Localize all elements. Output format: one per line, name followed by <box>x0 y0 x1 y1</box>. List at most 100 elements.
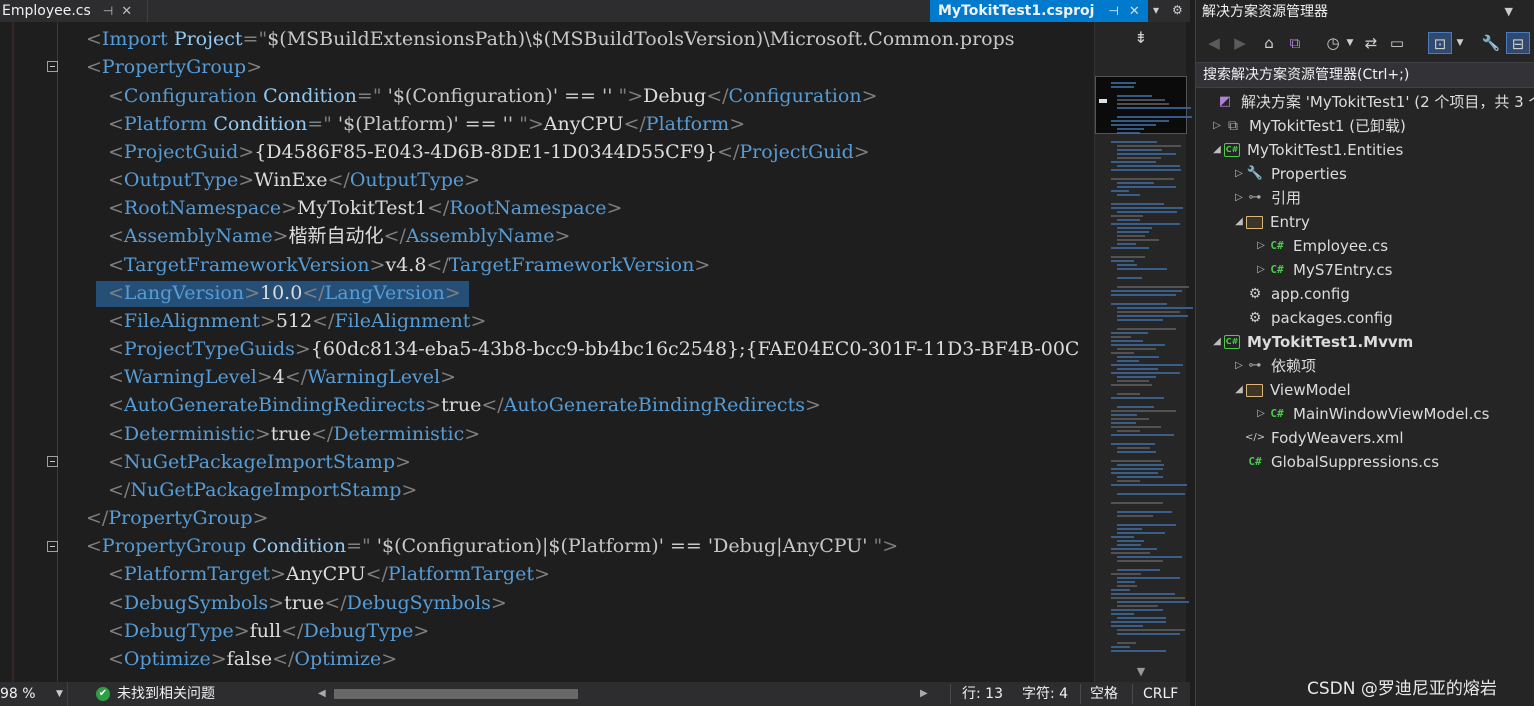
tree-item-solution[interactable]: ◩ 解决方案 'MyTokitTest1' (2 个项目，共 3 个 <box>1202 90 1534 114</box>
split-editor-icon[interactable]: ⇟ <box>1095 26 1187 50</box>
issues-indicator[interactable]: ✔ 未找到相关问题 <box>96 682 215 706</box>
collapse-icon[interactable] <box>47 61 58 72</box>
expand-arrow-icon[interactable]: ▷ <box>1232 354 1246 378</box>
close-icon[interactable]: ✕ <box>1129 4 1140 19</box>
switch-views-icon[interactable]: ⧉ <box>1284 32 1306 54</box>
tab-csproj[interactable]: MyTokitTest1.csproj ⊣ ✕ <box>930 0 1148 22</box>
tree-item-properties[interactable]: ▷ 🔧 Properties <box>1232 162 1347 186</box>
collapse-icon[interactable] <box>47 541 58 552</box>
tree-item-label: 依赖项 <box>1271 357 1317 375</box>
code-line-selected: <LangVersion>10.0</LangVersion> <box>108 282 461 304</box>
home-icon[interactable]: ⌂ <box>1258 32 1280 54</box>
scroll-right-icon[interactable]: ▶ <box>920 682 928 706</box>
preview-icon[interactable]: ⊟ <box>1506 32 1530 54</box>
vertical-scrollbar-map[interactable]: ⇟ ▼ <box>1094 22 1193 682</box>
code-line: <Platform Condition=" '$(Platform)' == '… <box>108 113 746 135</box>
search-input[interactable]: 搜索解决方案资源管理器(Ctrl+;) <box>1196 62 1534 88</box>
pin-icon[interactable]: ⊣ <box>1108 4 1118 18</box>
code-map-line <box>1117 348 1156 350</box>
code-map-line <box>1111 548 1157 550</box>
horizontal-scrollbar-thumb[interactable] <box>334 689 578 699</box>
back-icon[interactable]: ◀ <box>1204 32 1224 54</box>
collapse-arrow-icon[interactable]: ◢ <box>1210 138 1224 162</box>
tab-list-dropdown-icon[interactable]: ▾ <box>1153 3 1159 17</box>
tree-item-file[interactable]: C# GlobalSuppressions.cs <box>1246 450 1439 474</box>
tree-item-folder-viewmodel[interactable]: ◢ ViewModel <box>1232 378 1351 402</box>
char-number[interactable]: 字符: 4 <box>1022 682 1068 706</box>
chevron-down-icon[interactable]: ▼ <box>1454 32 1466 54</box>
tree-item-file[interactable]: ⚙ app.config <box>1246 282 1350 306</box>
expand-arrow-icon[interactable]: ▷ <box>1254 402 1268 426</box>
expand-arrow-icon[interactable]: ▷ <box>1232 186 1246 210</box>
tree-item-file[interactable]: </> FodyWeavers.xml <box>1245 426 1404 450</box>
expand-arrow-icon[interactable]: ▷ <box>1254 234 1268 258</box>
code-map-line <box>1111 597 1185 599</box>
close-icon[interactable]: ✕ <box>121 4 132 19</box>
tree-item-label: MainWindowViewModel.cs <box>1293 405 1490 423</box>
code-line: <ProjectGuid>{D4586F85-E043-4D6B-8DE1-1D… <box>108 141 870 163</box>
code-map-line <box>1111 120 1169 122</box>
code-map-line <box>1117 633 1180 635</box>
tree-item-label: Employee.cs <box>1293 237 1389 255</box>
solution-icon: ◩ <box>1218 94 1232 109</box>
sync-icon[interactable]: ⇄ <box>1360 32 1382 54</box>
tree-item-file[interactable]: ▷ C# MainWindowViewModel.cs <box>1254 402 1489 426</box>
gear-icon[interactable]: ⚙ <box>1172 3 1183 17</box>
pending-changes-icon[interactable]: ◷ <box>1322 32 1344 54</box>
solution-explorer: 解决方案资源管理器 ▼ ◀ ▶ ⌂ ⧉ ◷ ▼ ⇄ ▭ ⊡ ▼ 🔧 ⊟ 搜索解决方… <box>1195 0 1534 706</box>
collapse-arrow-icon[interactable]: ◢ <box>1232 210 1246 234</box>
code-map-line <box>1117 515 1153 517</box>
code-map-line <box>1111 124 1156 126</box>
wrench-icon: 🔧 <box>1246 166 1264 181</box>
code-map-line <box>1117 585 1137 587</box>
line-number[interactable]: 行: 13 <box>962 682 1003 706</box>
code-map-line <box>1111 621 1166 623</box>
code-line: <PlatformTarget>AnyCPU</PlatformTarget> <box>108 563 550 585</box>
tree-item-file[interactable]: ⚙ packages.config <box>1246 306 1393 330</box>
chevron-down-icon[interactable]: ▼ <box>1344 32 1356 54</box>
collapse-arrow-icon[interactable]: ◢ <box>1232 378 1246 402</box>
show-all-files-icon[interactable]: ⊡ <box>1428 32 1452 54</box>
tree-item-label: MyS7Entry.cs <box>1293 261 1393 279</box>
code-map-line <box>1117 540 1144 542</box>
tree-item-label: ViewModel <box>1270 381 1351 399</box>
expand-arrow-icon[interactable]: ▷ <box>1210 114 1224 138</box>
tree-item-project-mvvm[interactable]: ◢ C# MyTokitTest1.Mvvm <box>1210 330 1413 354</box>
code-map-line <box>1117 476 1163 478</box>
tree-item-folder-entry[interactable]: ◢ Entry <box>1232 210 1310 234</box>
tree-item-references[interactable]: ▷ ⊶ 引用 <box>1232 186 1301 210</box>
code-map-line <box>1117 186 1176 188</box>
change-tracking-bar <box>12 22 14 682</box>
code-map-line <box>1111 646 1130 648</box>
expand-arrow-icon[interactable]: ▷ <box>1254 258 1268 282</box>
code-text-area[interactable]: <Import Project="$(MSBuildExtensionsPath… <box>86 25 1094 682</box>
wrench-icon[interactable]: 🔧 <box>1480 32 1502 54</box>
chevron-down-icon[interactable]: ▼ <box>1505 0 1513 24</box>
tree-item-file[interactable]: ▷ C# Employee.cs <box>1254 234 1388 258</box>
code-map-line <box>1111 344 1165 346</box>
collapse-all-icon[interactable]: ▭ <box>1386 32 1408 54</box>
code-map-line <box>1117 430 1140 432</box>
zoom-level[interactable]: 98 % ▼ <box>0 682 68 706</box>
code-editor[interactable]: Employee.cs ⊣ ✕ MyTokitTest1.csproj ⊣ ✕ … <box>0 0 1193 706</box>
expand-arrow-icon[interactable]: ▷ <box>1232 162 1246 186</box>
pin-icon[interactable]: ⊣ <box>103 4 113 18</box>
tree-item-file[interactable]: ▷ C# MyS7Entry.cs <box>1254 258 1393 282</box>
indentation-mode[interactable]: 空格 <box>1090 682 1118 706</box>
code-map-line <box>1117 211 1177 213</box>
tree-item-project-entities[interactable]: ◢ C# MyTokitTest1.Entities <box>1210 138 1403 162</box>
scroll-down-icon[interactable]: ▼ <box>1095 665 1187 678</box>
tab-employee-cs[interactable]: Employee.cs ⊣ ✕ <box>0 0 148 22</box>
collapse-arrow-icon[interactable]: ◢ <box>1210 330 1224 354</box>
divider <box>1080 684 1081 704</box>
collapse-icon[interactable] <box>47 456 58 467</box>
code-map-line <box>1111 336 1131 338</box>
tree-item-dependencies[interactable]: ▷ ⊶ 依赖项 <box>1232 354 1316 378</box>
code-line: </PropertyGroup> <box>86 507 269 529</box>
line-ending[interactable]: CRLF <box>1143 682 1178 706</box>
tree-item-project-unloaded[interactable]: ▷ ⧉ MyTokitTest1 (已卸载) <box>1210 114 1406 138</box>
code-map-line <box>1111 650 1166 652</box>
forward-icon[interactable]: ▶ <box>1230 32 1250 54</box>
scroll-left-icon[interactable]: ◀ <box>318 682 326 706</box>
code-map-line <box>1111 223 1180 225</box>
